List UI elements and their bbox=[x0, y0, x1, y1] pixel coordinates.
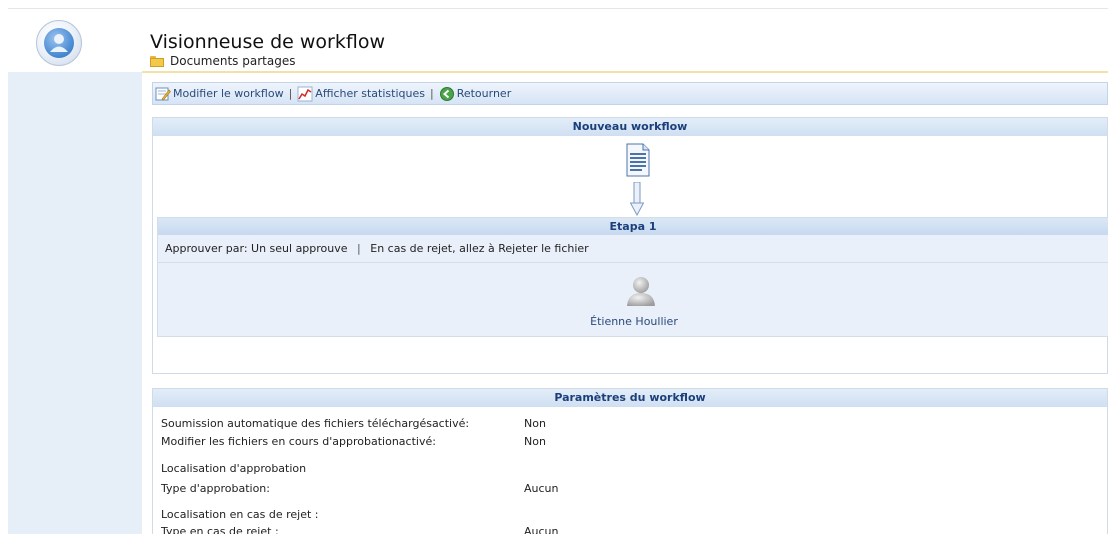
arrow-down-icon bbox=[630, 182, 644, 216]
breadcrumb[interactable]: Documents partages bbox=[150, 54, 295, 68]
param-value: Aucun bbox=[524, 525, 559, 534]
toolbar-separator: | bbox=[429, 87, 434, 100]
step-info: Approuver par: Un seul approuve | En cas… bbox=[158, 235, 1108, 263]
document-icon bbox=[626, 143, 650, 177]
header-rule bbox=[142, 71, 1108, 73]
back-icon bbox=[439, 86, 454, 101]
param-label: Soumission automatique des fichiers télé… bbox=[161, 417, 470, 430]
on-reject-text: En cas de rejet, allez à Rejeter le fich… bbox=[370, 242, 589, 255]
edit-workflow-button[interactable]: Modifier le workflow bbox=[155, 86, 284, 102]
param-label: Modifier les fichiers en cours d'approba… bbox=[161, 435, 436, 448]
edit-workflow-icon bbox=[155, 87, 171, 100]
param-value: Aucun bbox=[524, 482, 559, 495]
users-logo-icon bbox=[36, 20, 82, 66]
step-info-separator: | bbox=[357, 242, 361, 255]
breadcrumb-label[interactable]: Documents partages bbox=[170, 54, 295, 68]
sidebar bbox=[8, 72, 142, 534]
step-box: Etapa 1 Approuver par: Un seul approuve … bbox=[157, 217, 1108, 337]
approve-by-text: Approuver par: Un seul approuve bbox=[165, 242, 348, 255]
workflow-panel: Nouveau workflow Etapa 1 Approuver par: … bbox=[152, 117, 1108, 374]
toolbar-separator: | bbox=[288, 87, 293, 100]
param-label: Localisation d'approbation bbox=[161, 462, 307, 475]
step-title: Etapa 1 bbox=[158, 218, 1108, 235]
param-label: Type en cas de rejet : bbox=[161, 525, 279, 534]
param-label: Localisation en cas de rejet : bbox=[161, 508, 319, 521]
show-stats-button[interactable]: Afficher statistiques bbox=[297, 86, 425, 102]
param-value: Non bbox=[524, 435, 546, 448]
workflow-title: Nouveau workflow bbox=[153, 118, 1107, 136]
chart-icon bbox=[297, 86, 313, 101]
folder-icon bbox=[150, 55, 164, 67]
params-panel: Paramètres du workflow Soumission automa… bbox=[152, 388, 1108, 534]
page-title: Visionneuse de workflow bbox=[150, 31, 386, 53]
page-header: Visionneuse de workflow Documents partag… bbox=[142, 9, 1108, 72]
param-value: Non bbox=[524, 417, 546, 430]
edit-workflow-label[interactable]: Modifier le workflow bbox=[173, 87, 284, 100]
params-title: Paramètres du workflow bbox=[153, 389, 1107, 407]
param-label: Type d'approbation: bbox=[161, 482, 270, 495]
toolbar: Modifier le workflow | Afficher statisti… bbox=[152, 82, 1108, 105]
user-icon bbox=[627, 277, 655, 306]
show-stats-label[interactable]: Afficher statistiques bbox=[315, 87, 425, 100]
approver-name[interactable]: Étienne Houllier bbox=[158, 315, 1108, 328]
back-label[interactable]: Retourner bbox=[457, 87, 512, 100]
back-button[interactable]: Retourner bbox=[439, 86, 512, 102]
